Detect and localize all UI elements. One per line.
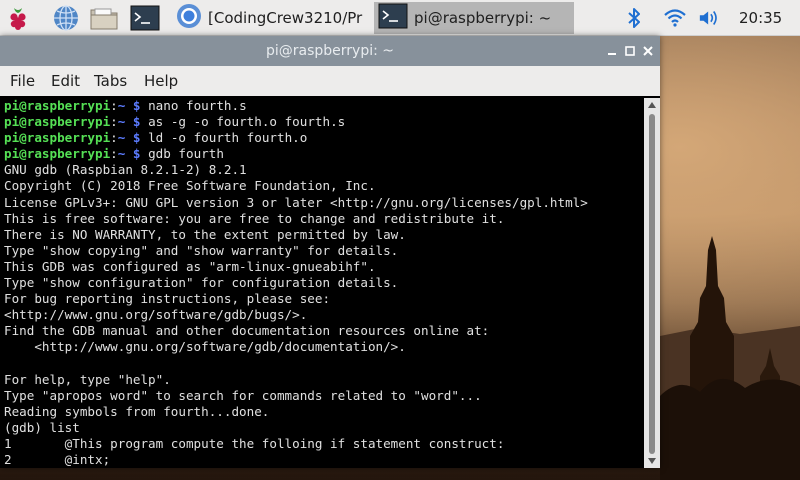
web-browser-icon[interactable] (51, 3, 81, 33)
terminal-window: pi@raspberrypi: ~ File Edit Tabs Help pi… (0, 36, 660, 468)
terminal-output-line: <http://www.gnu.org/software/gdb/bugs/>. (4, 307, 308, 323)
terminal-scrollbar[interactable] (644, 98, 660, 468)
prompt-symbol: $ (125, 98, 149, 113)
window-title: pi@raspberrypi: ~ (265, 43, 395, 59)
prompt-separator: : (110, 146, 118, 162)
terminal-output-line: GNU gdb (Raspbian 8.2.1-2) 8.2.1 (4, 162, 247, 178)
prompt-user: pi@raspberrypi (4, 98, 111, 113)
task-label: pi@raspberrypi: ~ (414, 9, 552, 27)
prompt-command: gdb fourth (148, 146, 224, 162)
prompt-command: ld -o fourth fourth.o (148, 130, 308, 146)
terminal-output-line: For help, type "help". (4, 371, 171, 387)
menu-tabs[interactable]: Tabs (94, 66, 127, 96)
prompt-command: nano fourth.s (148, 98, 247, 113)
task-label: [CodingCrew3210/Pr (208, 9, 363, 27)
terminal-output-line: Reading symbols from fourth...done. (4, 403, 270, 419)
close-button[interactable] (636, 39, 660, 63)
terminal-icon (378, 3, 408, 33)
terminal-output-line: 2 @intx; (4, 452, 111, 468)
top-panel: [CodingCrew3210/Pr pi@raspberrypi: ~ 20:… (0, 0, 800, 36)
terminal-icon[interactable] (130, 3, 160, 33)
prompt-symbol: $ (125, 130, 149, 146)
prompt-user: pi@raspberrypi (4, 146, 111, 162)
prompt-separator: : (110, 130, 118, 146)
prompt-command: as -g -o fourth.o fourth.s (148, 114, 346, 130)
bluetooth-icon[interactable] (622, 6, 646, 30)
menu-help[interactable]: Help (144, 66, 178, 96)
terminal-output-line: Find the GDB manual and other documentat… (4, 323, 490, 339)
terminal-output-line: There is NO WARRANTY, to the extent perm… (4, 226, 406, 242)
taskbar-task-terminal[interactable]: pi@raspberrypi: ~ (374, 2, 574, 34)
menu-file[interactable]: File (10, 66, 35, 96)
terminal-output-line: This GDB was configured as "arm-linux-gn… (4, 258, 376, 274)
prompt-user: pi@raspberrypi (4, 114, 111, 130)
clock[interactable]: 20:35 (739, 0, 782, 36)
terminal-output-line: Type "show configuration" for configurat… (4, 275, 399, 291)
terminal-output-line: Type "apropos word" to search for comman… (4, 387, 482, 403)
terminal-prompt-line: pi@raspberrypi:~ $ as -g -o fourth.o fou… (4, 114, 644, 130)
terminal-output-line: <http://www.gnu.org/software/gdb/documen… (4, 339, 406, 355)
terminal-prompt-line: pi@raspberrypi:~ $ ld -o fourth fourth.o (4, 130, 644, 146)
terminal-output[interactable]: pi@raspberrypi:~ $ nano fourth.s pi@raspb… (0, 98, 644, 468)
terminal-output-line: For bug reporting instructions, please s… (4, 291, 331, 307)
prompt-symbol: $ (125, 146, 149, 162)
scrollbar-thumb[interactable] (649, 114, 655, 454)
scroll-up-arrow-icon[interactable] (644, 98, 660, 112)
terminal-output-line: This is free software: you are free to c… (4, 210, 505, 226)
terminal-output-line: Type "show copying" and "show warranty" … (4, 242, 399, 258)
terminal-prompt-line: pi@raspberrypi:~ $ nano fourth.s (4, 98, 644, 114)
file-manager-icon[interactable] (89, 3, 119, 33)
terminal-output-line: License GPLv3+: GNU GPL version 3 or lat… (4, 194, 588, 210)
chromium-icon (176, 3, 202, 33)
terminal-output-line: Copyright (C) 2018 Free Software Foundat… (4, 178, 376, 194)
volume-icon[interactable] (698, 6, 722, 30)
prompt-symbol: $ (125, 114, 149, 130)
terminal-output-line: (gdb) list (4, 419, 80, 435)
menu-edit[interactable]: Edit (51, 66, 80, 96)
raspberry-menu-icon[interactable] (3, 3, 33, 33)
window-titlebar[interactable]: pi@raspberrypi: ~ (0, 36, 660, 66)
wifi-icon[interactable] (663, 6, 687, 30)
terminal-prompt-line: pi@raspberrypi:~ $ gdb fourth (4, 146, 644, 162)
prompt-user: pi@raspberrypi (4, 130, 111, 146)
prompt-separator: : (110, 98, 118, 113)
scroll-down-arrow-icon[interactable] (644, 454, 660, 468)
terminal-output-line: 1 @This program compute the folloing if … (4, 435, 505, 451)
prompt-separator: : (110, 114, 118, 130)
taskbar-task-browser[interactable]: [CodingCrew3210/Pr (172, 2, 372, 34)
menu-bar: File Edit Tabs Help (0, 66, 660, 96)
